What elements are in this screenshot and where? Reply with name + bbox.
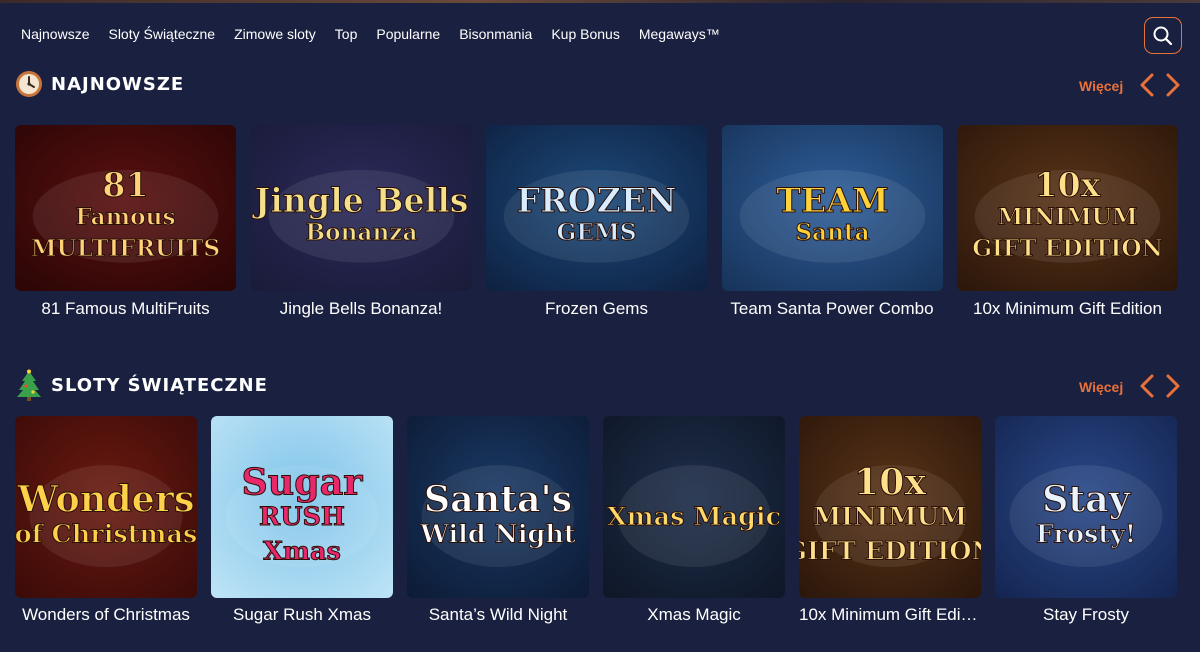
game-logo-text: Famous <box>75 203 175 230</box>
game-title[interactable]: Santa’s Wild Night <box>407 604 589 626</box>
game-tile[interactable]: Xmas Magic Xmas Magic <box>603 416 785 626</box>
game-logo-text: Frosty! <box>1036 519 1136 549</box>
game-logo-text: Jingle Bells <box>251 181 468 220</box>
game-thumbnail-art: SugarRUSH Xmas <box>211 416 393 598</box>
nav-item-kup-bonus[interactable]: Kup Bonus <box>551 26 620 42</box>
game-title[interactable]: Wonders of Christmas <box>15 604 197 626</box>
top-banner-strip <box>0 0 1200 3</box>
game-logo-text: Xmas Magic <box>607 502 781 532</box>
arrow-right-icon[interactable] <box>1164 373 1182 399</box>
search-icon <box>1153 26 1173 45</box>
game-title[interactable]: 10x Minimum Gift Edition <box>957 298 1178 320</box>
nav-item-zimowe-sloty[interactable]: Zimowe sloty <box>234 26 316 42</box>
game-logo-text: Wonders <box>17 478 195 521</box>
game-logo-text: Stay <box>1042 478 1132 521</box>
game-title[interactable]: 81 Famous MultiFruits <box>15 298 236 320</box>
game-logo-text: 10x <box>1035 165 1102 204</box>
nav-item-megaways[interactable]: Megaways™ <box>639 26 720 42</box>
game-thumbnail[interactable]: TEAM Santa <box>721 125 943 291</box>
more-link[interactable]: Więcej <box>1079 379 1123 395</box>
category-nav: Najnowsze Sloty Świąteczne Zimowe sloty … <box>0 16 1200 54</box>
game-title[interactable]: Jingle Bells Bonanza! <box>251 298 472 320</box>
game-thumbnail[interactable]: 81 Famous MULTIFRUITS <box>15 125 236 291</box>
nav-item-bisonmania[interactable]: Bisonmania <box>459 26 532 42</box>
game-title[interactable]: Team Santa Power Combo <box>722 298 943 320</box>
clock-icon <box>16 71 42 97</box>
game-thumbnail-art: Wondersof Christmas <box>15 416 197 598</box>
game-logo-text: MINIMUM <box>997 203 1137 230</box>
nav-item-popularne[interactable]: Popularne <box>376 26 440 42</box>
game-thumbnail[interactable]: Jingle Bells Bonanza <box>250 125 472 291</box>
search-button[interactable] <box>1144 17 1182 54</box>
game-thumbnail-art: 10xMINIMUM GIFT EDITION <box>957 125 1178 291</box>
game-logo-text: Xmas <box>263 537 341 567</box>
game-tile[interactable]: Jingle Bells Bonanza Jingle Bells Bonanza! <box>250 125 472 320</box>
game-logo-text: FROZEN <box>517 181 677 220</box>
game-tile[interactable]: 81 Famous MULTIFRUITS 81 Famous MultiFruits <box>15 125 236 320</box>
game-logo-text: Bonanza <box>305 219 417 246</box>
game-logo-text: 10x <box>854 460 927 503</box>
game-logo-text: RUSH <box>259 502 345 532</box>
arrow-left-icon[interactable] <box>1138 373 1156 399</box>
section-title: SLOTY ŚWIĄTECZNE <box>51 375 268 396</box>
game-logo-text: Santa's <box>424 478 572 521</box>
nav-item-top[interactable]: Top <box>335 26 358 42</box>
christmas-tree-icon <box>17 369 41 401</box>
game-logo-text: GIFT EDITION <box>799 537 981 567</box>
game-thumbnail[interactable]: Sugar RUSH Xmas <box>211 416 393 598</box>
game-thumbnail[interactable]: FROZEN GEMS <box>486 125 707 291</box>
game-logo-text: Sugar <box>242 460 364 503</box>
arrow-left-icon[interactable] <box>1138 72 1156 98</box>
game-logo-text: MULTIFRUITS <box>31 235 220 262</box>
game-thumbnail[interactable]: 10xMINIMUM GIFT EDITION <box>799 416 981 598</box>
game-tile[interactable]: Stay Frosty! Stay Frosty <box>995 416 1177 626</box>
game-logo-text: Wild Night <box>419 519 576 549</box>
game-thumbnail-art: Xmas Magic <box>603 416 785 598</box>
nav-item-sloty-swiateczne[interactable]: Sloty Świąteczne <box>108 26 215 42</box>
game-tile[interactable]: TEAM Santa Team Santa Power Combo <box>721 125 943 320</box>
section-header-najnowsze: NAJNOWSZE Więcej <box>0 68 1200 104</box>
game-thumbnail-art: Jingle BellsBonanza <box>250 125 472 291</box>
game-tile[interactable]: 10xMINIMUM GIFT EDITION 10x Minimum Gift E… <box>957 125 1178 320</box>
game-thumbnail[interactable]: Santa's Wild Night <box>407 416 589 598</box>
game-logo-text: MINIMUM <box>813 502 967 532</box>
nav-item-najnowsze[interactable]: Najnowsze <box>21 26 89 42</box>
game-thumbnail-art: 81Famous MULTIFRUITS <box>15 125 236 291</box>
game-thumbnail[interactable]: Stay Frosty! <box>995 416 1177 598</box>
game-title[interactable]: 10x Minimum Gift Edition <box>799 604 981 626</box>
more-link[interactable]: Więcej <box>1079 78 1123 94</box>
arrow-right-icon[interactable] <box>1164 72 1182 98</box>
game-title[interactable]: Frozen Gems <box>486 298 707 320</box>
game-title[interactable]: Xmas Magic <box>603 604 785 626</box>
game-thumbnail-art: 10xMINIMUM GIFT EDITION <box>799 416 981 598</box>
game-tile[interactable]: Wonders of Christmas Wonders of Christmas <box>15 416 197 626</box>
game-thumbnail-art: StayFrosty! <box>995 416 1177 598</box>
game-tile[interactable]: 10xMINIMUM GIFT EDITION 10x Minimum Gift E… <box>799 416 981 626</box>
game-thumbnail[interactable]: 10xMINIMUM GIFT EDITION <box>957 125 1178 291</box>
game-logo-text: Santa <box>795 219 869 246</box>
game-thumbnail-art: TEAMSanta <box>721 125 943 291</box>
game-thumbnail-art: FROZENGEMS <box>486 125 707 291</box>
game-logo-text: of Christmas <box>15 519 197 549</box>
game-tile[interactable]: Santa's Wild Night Santa’s Wild Night <box>407 416 589 626</box>
game-tile[interactable]: Sugar RUSH Xmas Sugar Rush Xmas <box>211 416 393 626</box>
game-thumbnail[interactable]: Xmas Magic <box>603 416 785 598</box>
section-title: NAJNOWSZE <box>51 74 185 95</box>
game-title[interactable]: Sugar Rush Xmas <box>211 604 393 626</box>
game-title[interactable]: Stay Frosty <box>995 604 1177 626</box>
game-thumbnail-art: Santa'sWild Night <box>407 416 589 598</box>
game-logo-text: GEMS <box>557 219 637 246</box>
section-header-sloty-swiateczne: SLOTY ŚWIĄTECZNE Więcej <box>0 369 1200 405</box>
category-nav-items: Najnowsze Sloty Świąteczne Zimowe sloty … <box>21 26 739 42</box>
game-logo-text: 81 <box>102 165 148 204</box>
game-logo-text: TEAM <box>776 181 888 220</box>
game-thumbnail[interactable]: Wonders of Christmas <box>15 416 197 598</box>
game-logo-text: GIFT EDITION <box>972 235 1163 262</box>
game-tile[interactable]: FROZEN GEMS Frozen Gems <box>486 125 707 320</box>
